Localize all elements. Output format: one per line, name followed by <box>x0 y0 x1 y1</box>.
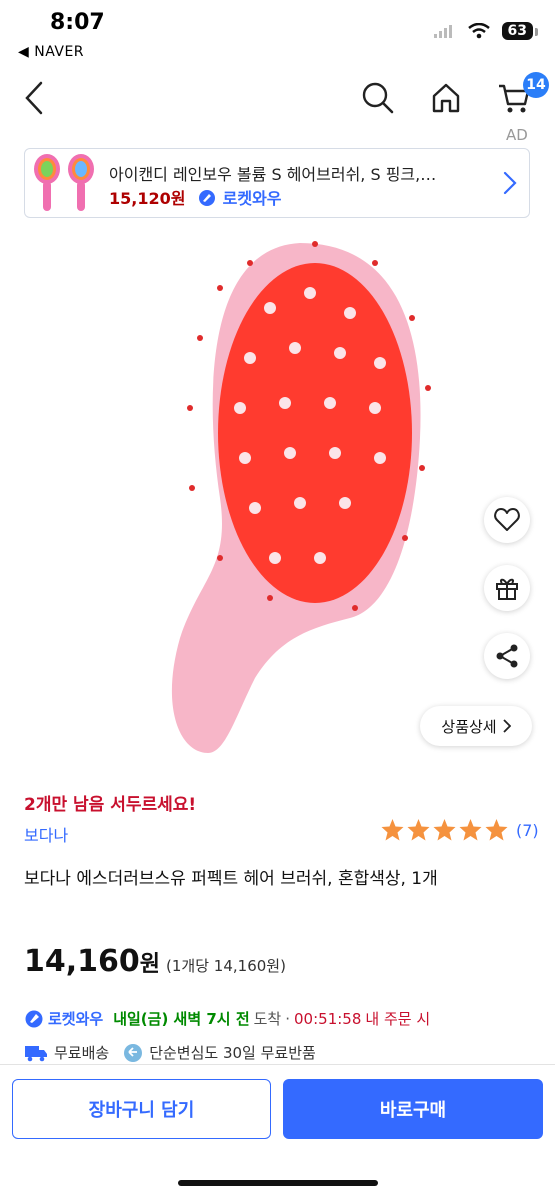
star-icon <box>459 819 482 841</box>
ad-product-thumbnail <box>34 154 94 211</box>
signal-icon <box>433 25 452 38</box>
ad-product-title: 아이캔디 레인보우 볼륨 S 헤어브러쉬, S 핑크,… <box>109 165 437 184</box>
delivery-eta: 내일(금) 새벽 7시 전 <box>113 1010 250 1028</box>
search-icon <box>362 82 394 114</box>
product-image <box>171 241 431 753</box>
cart-count-badge: 14 <box>523 72 549 98</box>
rating-stars[interactable]: (7) <box>380 818 539 842</box>
heart-icon <box>494 508 520 531</box>
rocket-icon <box>25 1010 43 1027</box>
price-row: 14,160원 (1개당 14,160원) <box>24 944 286 979</box>
price-value-group: 14,160원 <box>24 944 160 979</box>
back-button[interactable] <box>14 78 54 118</box>
rocket-icon <box>199 190 216 206</box>
price-currency: 원 <box>139 952 161 977</box>
status-time: 8:07 <box>50 10 105 35</box>
order-countdown: 00:51:58 <box>294 1009 362 1028</box>
delivery-row: 로켓와우 내일(금) 새벽 7시 전 도착 · 00:51:58 내 주문 시 <box>24 1008 430 1029</box>
battery-indicator: 63 <box>501 22 539 40</box>
ad-price-row: 15,120원 로켓와우 <box>109 185 282 209</box>
product-detail-button[interactable]: 상품상세 <box>420 706 532 746</box>
shipping-row: 무료배송 단순변심도 30일 무료반품 <box>24 1042 316 1063</box>
brand-link[interactable]: 보다나 <box>24 822 68 846</box>
delivery-separator: · <box>285 1009 291 1028</box>
share-icon <box>496 644 518 668</box>
return-icon <box>124 1043 143 1062</box>
wishlist-button[interactable] <box>484 497 530 543</box>
chevron-left-icon <box>25 81 43 115</box>
ad-rocket-label: 로켓와우 <box>222 189 282 208</box>
delivery-rocket-label: 로켓와우 <box>48 1010 104 1028</box>
chevron-right-icon <box>502 719 511 733</box>
free-shipping-label: 무료배송 <box>54 1044 110 1062</box>
home-icon <box>432 83 460 113</box>
delivery-arrive: 도착 <box>253 1010 282 1028</box>
order-note: 내 주문 시 <box>365 1010 431 1028</box>
buy-now-button[interactable]: 바로구매 <box>283 1079 543 1139</box>
back-to-app-link[interactable]: ◀ NAVER <box>18 44 84 60</box>
chevron-right-icon <box>503 171 517 195</box>
star-icon <box>381 819 404 841</box>
truck-icon <box>25 1045 47 1061</box>
free-return-label: 단순변심도 30일 무료반품 <box>149 1044 316 1062</box>
gift-icon <box>496 578 518 600</box>
ad-banner[interactable]: 아이캔디 레인보우 볼륨 S 헤어브러쉬, S 핑크,… 15,120원 로켓와… <box>24 148 530 218</box>
home-button[interactable] <box>426 78 466 118</box>
home-indicator[interactable] <box>178 1180 378 1186</box>
review-count: (7) <box>516 820 539 840</box>
star-icon <box>407 819 430 841</box>
star-icon <box>433 819 456 841</box>
search-button[interactable] <box>358 78 398 118</box>
gift-button[interactable] <box>484 565 530 611</box>
wifi-icon <box>467 23 490 39</box>
ad-price: 15,120원 <box>109 189 186 208</box>
status-icons: 63 <box>433 22 539 40</box>
product-detail-label: 상품상세 <box>441 717 497 736</box>
add-to-cart-button[interactable]: 장바구니 담기 <box>12 1079 271 1139</box>
unit-price: (1개당 14,160원) <box>166 957 286 975</box>
price-value: 14,160 <box>24 944 140 979</box>
ad-label: AD <box>506 126 528 144</box>
product-title: 보다나 에스더러브스유 퍼펙트 헤어 브러쉬, 혼합색상, 1개 <box>24 869 438 889</box>
star-icon <box>485 819 508 841</box>
stock-alert: 2개만 남음 서두르세요! <box>24 795 197 815</box>
share-button[interactable] <box>484 633 530 679</box>
